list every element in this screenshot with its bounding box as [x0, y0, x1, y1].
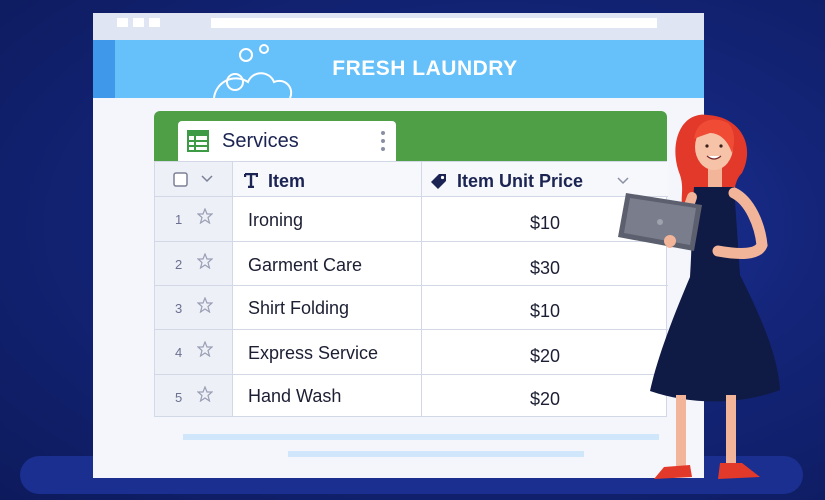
- table-cell-item[interactable]: Garment Care: [232, 242, 421, 286]
- table-cell-item[interactable]: Shirt Folding: [232, 286, 421, 330]
- window-dot[interactable]: [117, 18, 128, 27]
- window-dot[interactable]: [149, 18, 160, 27]
- cell-text: $30: [530, 258, 561, 278]
- row-header[interactable]: 1: [155, 197, 232, 242]
- cell-text: Express Service: [248, 343, 379, 363]
- services-table: Item Item Unit Price 1 Ironing $10 2 Gar…: [154, 161, 668, 417]
- star-icon[interactable]: [197, 341, 213, 357]
- sheet-icon: [187, 130, 209, 152]
- cell-text: Hand Wash: [248, 386, 342, 406]
- star-icon[interactable]: [197, 253, 213, 269]
- row-header[interactable]: 3: [155, 286, 232, 330]
- chevron-down-icon[interactable]: [201, 175, 213, 183]
- table-cell-item[interactable]: Ironing: [232, 197, 421, 242]
- column-divider: [232, 162, 233, 416]
- column-divider: [421, 162, 422, 416]
- row-number: 5: [175, 390, 183, 405]
- kebab-menu-icon[interactable]: [380, 130, 386, 152]
- window-titlebar: [93, 13, 704, 40]
- checkbox-icon[interactable]: [173, 172, 188, 187]
- cell-text: Garment Care: [248, 255, 363, 275]
- table-cell-item[interactable]: Express Service: [232, 330, 421, 375]
- row-header[interactable]: 2: [155, 242, 232, 286]
- star-icon[interactable]: [197, 208, 213, 224]
- star-icon[interactable]: [197, 386, 213, 402]
- placeholder-bar: [288, 451, 584, 457]
- row-number: 2: [175, 257, 183, 272]
- column-label-item: Item: [268, 171, 306, 191]
- cell-text: $20: [530, 389, 561, 409]
- column-header-item[interactable]: Item: [232, 162, 421, 197]
- app-header: FRESH LAUNDRY: [93, 40, 704, 98]
- cell-text: $20: [530, 346, 561, 366]
- row-number: 4: [175, 345, 183, 360]
- tab-services[interactable]: Services: [178, 121, 396, 161]
- star-icon[interactable]: [197, 297, 213, 313]
- cell-text: Shirt Folding: [248, 298, 350, 318]
- row-number: 3: [175, 301, 183, 316]
- row-number: 1: [175, 212, 183, 227]
- select-all-cell: [155, 162, 232, 197]
- row-header[interactable]: 5: [155, 375, 232, 416]
- cell-text: $10: [530, 213, 561, 233]
- tag-icon: [431, 174, 446, 189]
- text-type-icon: [244, 173, 258, 188]
- app-title: FRESH LAUNDRY: [332, 57, 518, 80]
- woman-with-laptop-illustration: [618, 114, 780, 479]
- address-bar[interactable]: [211, 18, 657, 28]
- cell-text: $10: [530, 301, 561, 321]
- column-label-price: Item Unit Price: [457, 171, 584, 191]
- cell-text: Ironing: [248, 210, 304, 230]
- placeholder-bar: [183, 434, 659, 440]
- table-cell-item[interactable]: Hand Wash: [232, 375, 421, 416]
- bubbles-icon: [213, 44, 293, 98]
- window-dot[interactable]: [133, 18, 144, 27]
- row-header[interactable]: 4: [155, 330, 232, 375]
- tab-label: Services: [222, 130, 299, 152]
